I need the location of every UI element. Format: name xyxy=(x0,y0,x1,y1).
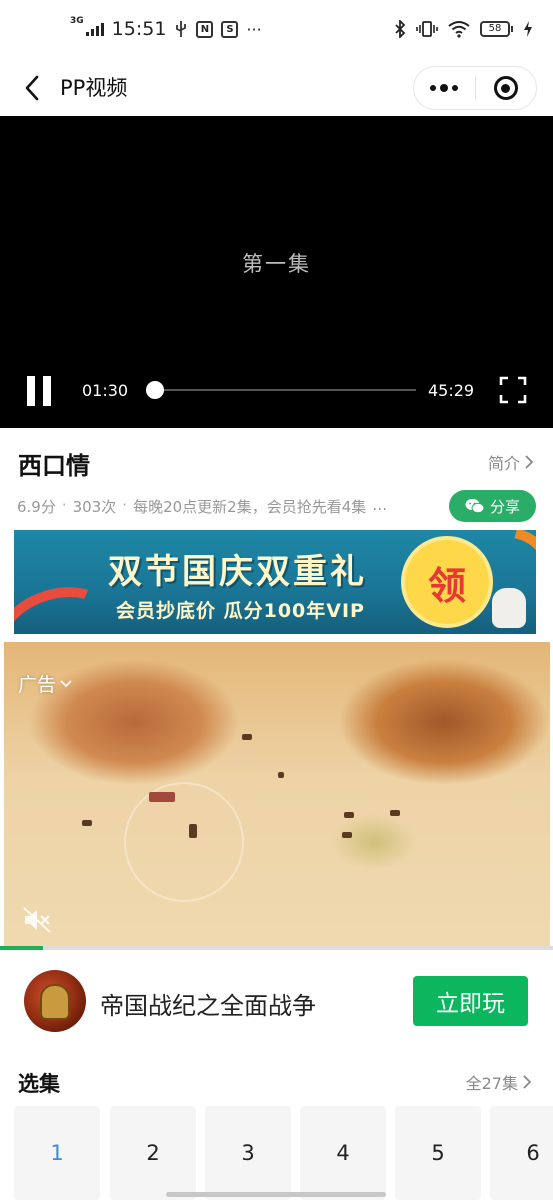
chevron-right-icon xyxy=(525,455,533,469)
show-title: 西口情 xyxy=(18,452,90,480)
ad-unit xyxy=(278,772,284,778)
ad-label-text: 广告 xyxy=(18,674,57,696)
video-episode-caption: 第一集 xyxy=(242,252,311,276)
ad-unit xyxy=(390,810,400,816)
video-player[interactable]: 第一集 01:30 45:29 xyxy=(0,116,553,428)
battery-level: 58 xyxy=(480,21,510,37)
ad-app-row[interactable]: 帝国战纪之全面战争 立即玩 xyxy=(0,950,553,1050)
share-button[interactable]: 分享 xyxy=(449,490,536,522)
banner-claim-badge[interactable]: 领 xyxy=(401,536,493,628)
more-dots-icon: ··· xyxy=(246,19,262,39)
home-indicator[interactable] xyxy=(166,1192,386,1197)
episodes-title: 选集 xyxy=(18,1072,60,1096)
progress-knob[interactable] xyxy=(145,381,164,399)
pause-button[interactable] xyxy=(27,376,53,406)
app-name: 帝国战纪之全面战争 xyxy=(100,992,316,1020)
banner-subtitle: 会员抄底价 瓜分100年VIP xyxy=(116,600,365,622)
chevron-right-icon xyxy=(523,1075,531,1089)
current-time: 01:30 xyxy=(82,381,129,400)
status-time: 15:51 xyxy=(111,18,167,40)
notification-icon: S xyxy=(221,20,239,38)
ad-unit xyxy=(242,734,252,740)
episode-item[interactable]: 4 xyxy=(300,1106,386,1200)
play-now-button[interactable]: 立即玩 xyxy=(413,976,528,1026)
page-title: PP视频 xyxy=(60,76,128,100)
app-icon xyxy=(24,970,86,1032)
chevron-left-icon xyxy=(25,75,39,101)
fullscreen-icon[interactable] xyxy=(499,376,527,404)
ad-unit xyxy=(344,812,354,818)
all-episodes-label: 全27集 xyxy=(465,1074,518,1093)
rabbit-illustration xyxy=(492,588,526,628)
progress-bar[interactable] xyxy=(145,381,416,399)
desert-battlefield-image xyxy=(4,642,550,948)
vibrate-icon xyxy=(416,21,438,37)
target-icon xyxy=(493,76,518,100)
all-episodes-link[interactable]: 全27集 xyxy=(466,1070,531,1094)
more-menu-button[interactable] xyxy=(414,66,475,110)
ad-label[interactable]: 广告 xyxy=(18,670,72,697)
play-count: 303次 xyxy=(72,498,117,516)
total-time: 45:29 xyxy=(428,381,475,400)
status-left: 3G 15:51 N S ··· xyxy=(70,16,262,40)
episode-item[interactable]: 3 xyxy=(205,1106,291,1200)
meta-ellipsis: … xyxy=(372,496,388,514)
charging-icon xyxy=(524,21,532,37)
wifi-icon xyxy=(448,21,470,38)
selection-ring xyxy=(124,782,244,902)
nfc-icon: N xyxy=(196,20,214,38)
mute-icon[interactable] xyxy=(22,906,52,934)
close-miniprogram-button[interactable] xyxy=(475,66,536,110)
ad-unit xyxy=(189,824,197,838)
ad-video[interactable]: 广告 xyxy=(4,642,550,948)
chevron-down-icon xyxy=(60,679,72,687)
nav-bar: PP视频 xyxy=(0,60,553,116)
episode-item[interactable]: 1 xyxy=(14,1106,100,1200)
bluetooth-icon xyxy=(395,20,406,38)
update-schedule: 每晚20点更新2集，会员抢先看4集 xyxy=(133,498,367,516)
episode-list: 1 2 3 4 5 6 xyxy=(14,1106,553,1200)
episode-item[interactable]: 5 xyxy=(395,1106,481,1200)
intro-link[interactable]: 简介 xyxy=(488,450,533,474)
score: 6.9分 xyxy=(17,498,56,516)
episode-item[interactable]: 6 xyxy=(490,1106,553,1200)
signal-icon xyxy=(85,22,104,36)
miniprogram-capsule xyxy=(413,66,537,110)
usb-icon xyxy=(176,21,187,37)
network-type: 3G xyxy=(70,16,84,26)
intro-label: 简介 xyxy=(487,454,520,473)
battery-icon: 58 xyxy=(480,21,513,37)
status-bar: 3G 15:51 N S ··· 58 xyxy=(0,0,553,60)
share-label: 分享 xyxy=(489,497,520,516)
helmet-icon xyxy=(40,984,70,1020)
ad-unit xyxy=(342,832,352,838)
banner-title: 双节国庆双重礼 xyxy=(108,552,367,592)
show-meta: 6.9分 · 303次 · 每晚20点更新2集，会员抢先看4集 … xyxy=(17,496,388,516)
ad-unit xyxy=(149,792,175,802)
back-button[interactable] xyxy=(16,70,48,106)
promo-banner[interactable]: 双节国庆双重礼 会员抄底价 瓜分100年VIP 领 xyxy=(14,530,536,634)
ad-unit xyxy=(82,820,92,826)
status-right: 58 xyxy=(394,20,533,38)
wechat-icon xyxy=(465,498,485,514)
episode-item[interactable]: 2 xyxy=(110,1106,196,1200)
